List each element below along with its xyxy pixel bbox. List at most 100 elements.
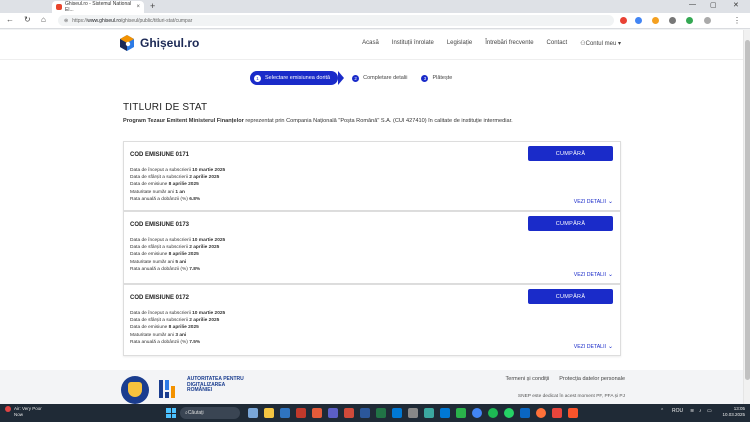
wifi-icon[interactable]: ≋ bbox=[690, 408, 694, 414]
app-orange-icon[interactable] bbox=[312, 408, 322, 418]
minimize-icon[interactable]: — bbox=[689, 1, 696, 8]
info-line: Rata anuală a dobânzii (%) 7.5% bbox=[130, 339, 201, 345]
extension-gray-icon[interactable] bbox=[669, 17, 676, 24]
step-complete-details[interactable]: 2 Completare detalii bbox=[352, 74, 408, 82]
tray-clock[interactable]: 13:05 10.03.2025 bbox=[722, 406, 745, 418]
step-label: Plătește bbox=[432, 75, 453, 81]
weather-line1: Air: Very Poor bbox=[14, 406, 42, 412]
browser-toolbar: ← ↻ ⌂ ⊜ https://www.ghiseul.ro/ghiseul/p… bbox=[0, 13, 750, 29]
info-line: Maturitate număr ani 5 ani bbox=[130, 259, 187, 265]
word-icon[interactable] bbox=[360, 408, 370, 418]
app-green-icon[interactable] bbox=[456, 408, 466, 418]
nav-legislation[interactable]: Legislație bbox=[447, 40, 472, 47]
extension-red-icon[interactable] bbox=[620, 17, 627, 24]
app-red-icon[interactable] bbox=[296, 408, 306, 418]
taskbar-search[interactable]: ⌕ Căutați bbox=[180, 407, 240, 419]
menu-more-icon[interactable]: ⋮ bbox=[733, 16, 741, 25]
excel-icon[interactable] bbox=[376, 408, 386, 418]
extension-orange-icon[interactable] bbox=[652, 17, 659, 24]
info-line: Maturitate număr ani 3 ani bbox=[130, 332, 187, 338]
site-info-icon[interactable]: ⊜ bbox=[64, 18, 68, 24]
app-red2-icon[interactable] bbox=[552, 408, 562, 418]
details-link[interactable]: VEZI DETALII ⌄ bbox=[574, 271, 613, 279]
checkout-steps: 1 Selectare emisiunea dorită 2 Completar… bbox=[250, 71, 452, 85]
url-path: /ghiseul/public/titluri-stat/cumpar bbox=[120, 17, 193, 24]
air-quality-icon bbox=[5, 406, 11, 412]
info-line: Data de emisiune 8 aprilie 2025 bbox=[130, 182, 199, 188]
app-gray-icon[interactable] bbox=[408, 408, 418, 418]
details-link[interactable]: VEZI DETALII ⌄ bbox=[573, 198, 613, 206]
weather-widget[interactable]: Air: Very Poor Now bbox=[5, 406, 42, 417]
chevron-down-icon: ⌄ bbox=[607, 272, 613, 278]
app-blue-icon[interactable] bbox=[440, 408, 450, 418]
teams-icon[interactable] bbox=[328, 408, 338, 418]
step-pay[interactable]: 3 Plătește bbox=[421, 74, 453, 82]
maximize-icon[interactable]: ▢ bbox=[710, 1, 717, 9]
buy-button[interactable]: CUMPĂRĂ bbox=[528, 289, 613, 304]
browser-tab-active[interactable]: Ghiseul.ro - Sistemul National El... × bbox=[52, 1, 144, 13]
address-bar[interactable]: ⊜ https://www.ghiseul.ro/ghiseul/public/… bbox=[58, 15, 614, 26]
buy-button[interactable]: CUMPĂRĂ bbox=[528, 216, 613, 231]
details-label: VEZI DETALII bbox=[573, 198, 606, 205]
caret-down-icon: ▾ bbox=[616, 41, 621, 47]
nav-account[interactable]: ⚇Contul meu ▾ bbox=[580, 40, 621, 47]
edge-icon[interactable] bbox=[280, 408, 290, 418]
info-line: Data de emisiune 8 aprilie 2025 bbox=[130, 252, 199, 258]
nav-institutions[interactable]: Instituții înrolate bbox=[392, 40, 434, 47]
ghiseul-logo-icon bbox=[120, 35, 134, 51]
app-teal-icon[interactable] bbox=[424, 408, 434, 418]
nav-faq[interactable]: Întrebări frecvente bbox=[485, 40, 533, 47]
tray-chevron-up-icon[interactable]: ⌃ bbox=[660, 408, 664, 414]
tray-language[interactable]: ROU bbox=[672, 408, 683, 414]
step-label: Completare detalii bbox=[363, 75, 408, 81]
close-tab-icon[interactable]: × bbox=[136, 4, 140, 10]
buy-button[interactable]: CUMPĂRĂ bbox=[528, 146, 613, 161]
terms-link[interactable]: Termeni și condiții bbox=[506, 376, 550, 382]
site-logo[interactable]: Ghișeul.ro bbox=[118, 34, 199, 52]
subtitle-program: Program Tezaur Emitent Ministerul Finanț… bbox=[123, 118, 244, 124]
close-window-icon[interactable]: ✕ bbox=[733, 1, 739, 9]
info-line: Data de început a subscrierii 10 martie … bbox=[130, 168, 226, 173]
page-scrollbar[interactable] bbox=[743, 30, 750, 404]
spotify-icon[interactable] bbox=[488, 408, 498, 418]
details-link[interactable]: VEZI DETALII ⌄ bbox=[574, 343, 613, 351]
nav-home[interactable]: Acasă bbox=[362, 40, 379, 47]
info-line: Maturitate număr ani 1 an bbox=[130, 189, 185, 195]
site-footer: AUTORITATEA PENTRU DIGITALIZAREA ROMÂNIE… bbox=[0, 370, 743, 404]
emission-info: Data de început a subscrierii 10 martie … bbox=[130, 310, 225, 346]
app-linkedin-icon[interactable] bbox=[520, 408, 530, 418]
extension-green-icon[interactable] bbox=[686, 17, 693, 24]
site-favicon-icon bbox=[56, 4, 62, 10]
firefox-icon[interactable] bbox=[536, 408, 546, 418]
weather-line2: Now bbox=[14, 412, 24, 417]
nav-account-label: Contul meu bbox=[585, 41, 617, 47]
adr-logo-icon bbox=[159, 380, 175, 398]
extension-blue-icon[interactable] bbox=[635, 17, 642, 24]
emission-card: COD EMISIUNE 0172 CUMPĂRĂ Data de începu… bbox=[123, 284, 621, 356]
volume-icon[interactable]: ♪ bbox=[699, 408, 702, 414]
step-select-emission[interactable]: 1 Selectare emisiunea dorită bbox=[250, 71, 339, 85]
file-explorer-icon[interactable] bbox=[264, 408, 274, 418]
task-view-icon[interactable] bbox=[248, 408, 258, 418]
scrollbar-thumb[interactable] bbox=[745, 40, 750, 380]
site-header: Ghișeul.ro Acasă Instituții înrolate Leg… bbox=[0, 30, 743, 60]
logo-text: Ghișeul.ro bbox=[140, 36, 200, 50]
reload-icon[interactable]: ↻ bbox=[24, 15, 31, 24]
chrome-icon[interactable] bbox=[472, 408, 482, 418]
battery-icon[interactable]: ▭ bbox=[707, 408, 712, 414]
brave-icon[interactable] bbox=[568, 408, 578, 418]
new-tab-icon[interactable]: + bbox=[150, 1, 155, 11]
back-icon[interactable]: ← bbox=[6, 15, 14, 24]
app-office-icon[interactable] bbox=[344, 408, 354, 418]
profile-avatar-icon[interactable] bbox=[704, 17, 711, 24]
privacy-link[interactable]: Protecția datelor personale bbox=[559, 376, 625, 382]
nav-contact[interactable]: Contact bbox=[547, 40, 568, 47]
whatsapp-icon[interactable] bbox=[504, 408, 514, 418]
page-title: TITLURI DE STAT bbox=[123, 102, 208, 113]
windows-start-icon[interactable] bbox=[166, 408, 176, 418]
info-line: Data de început a subscrierii 10 martie … bbox=[130, 311, 226, 316]
info-line: Data de emisiune 8 aprilie 2025 bbox=[130, 325, 199, 331]
outlook-icon[interactable] bbox=[392, 408, 402, 418]
emission-card: COD EMISIUNE 0173 CUMPĂRĂ Data de începu… bbox=[123, 211, 621, 284]
home-icon[interactable]: ⌂ bbox=[41, 15, 46, 24]
